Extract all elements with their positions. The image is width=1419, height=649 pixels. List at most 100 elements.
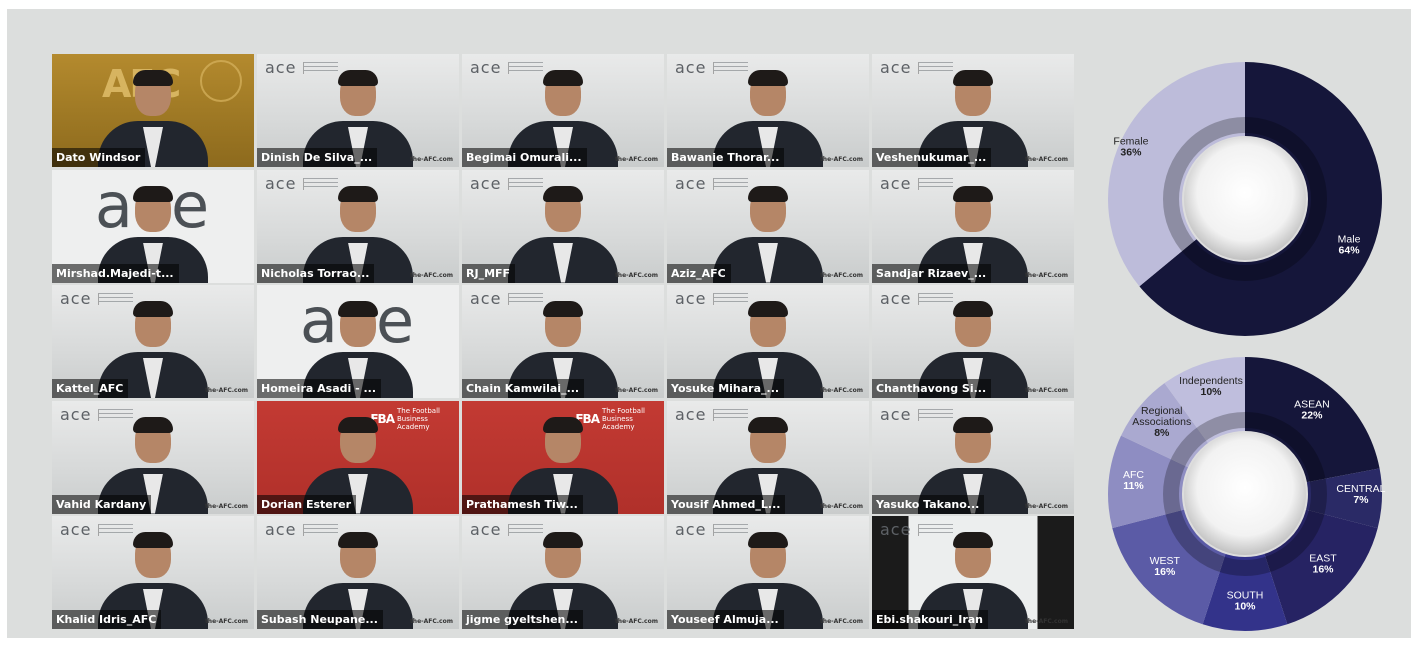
participant-video-feed (508, 185, 618, 283)
participant-name-label: Sandjar Rizaev_... (872, 263, 992, 283)
ace-logo-text: ace (265, 58, 297, 77)
participant-name-label: Nicholas Torrao... (257, 263, 375, 283)
participant-tile[interactable]: ace the-AFC.com Nicholas Torrao... (257, 169, 459, 283)
ace-logo-text: ace (880, 520, 912, 539)
participant-tile[interactable]: ace the-AFC.com Ebi.shakouri_Iran (872, 516, 1074, 629)
participant-tile[interactable]: ace the-AFC.com Youseef Almuja... (667, 516, 869, 629)
participant-name-label: Vahid Kardany (52, 494, 152, 514)
participant-video-grid: AFCDato Windsor ace the-AFC.com Dinish De S… (52, 54, 1074, 629)
ace-logo-text: ace (675, 58, 707, 77)
watermark: the-AFC.com (1024, 156, 1068, 163)
ace-logo-text: ace (470, 58, 502, 77)
watermark: the-AFC.com (819, 156, 863, 163)
watermark: the-AFC.com (819, 502, 863, 510)
donut-center (1182, 431, 1308, 557)
watermark: the-AFC.com (1024, 502, 1068, 510)
participant-name-label: Dorian Esterer (257, 494, 357, 514)
participant-name-label: Veshenukumar_... (872, 148, 992, 167)
ace-logo-text: ace (880, 173, 912, 193)
ace-logo-text: ace (675, 173, 707, 193)
participant-name-label: Yasuko Takano... (872, 494, 985, 514)
watermark: the-AFC.com (1024, 387, 1068, 394)
ace-logo-text: ace (60, 520, 92, 539)
participant-name-label: Mirshad.Majedi-t... (52, 263, 179, 283)
participant-name-label: Begimai Omurali... (462, 148, 587, 167)
participant-tile[interactable]: ace the-AFC.com Khalid Idris_AFC (52, 516, 254, 629)
participant-name-label: Youseef Almuja... (667, 610, 784, 629)
slice-label: AFC 11% (1123, 469, 1144, 492)
participant-tile[interactable]: ace the-AFC.com RJ_MFF (462, 169, 664, 283)
watermark: the-AFC.com (409, 618, 453, 625)
participant-name-label: Chanthavong Si... (872, 379, 992, 398)
participant-tile[interactable]: ace the-AFC.com Vahid Kardany (52, 400, 254, 514)
participant-name-label: Yosuke Mihara_... (667, 379, 785, 398)
participant-tile[interactable]: ace the-AFC.com Subash Neupane... (257, 516, 459, 629)
participant-tile[interactable]: ace the-AFC.com Chain Kamwilai_... (462, 285, 664, 398)
watermark: the-AFC.com (819, 271, 863, 279)
participant-tile[interactable]: FBA The Football Business Academy Prathame… (462, 400, 664, 514)
ace-logo-text: ace (470, 520, 502, 539)
participant-tile[interactable]: ace the-AFC.com Yousif Ahmed_L... (667, 400, 869, 514)
participant-tile[interactable]: ace the-AFC.com Yasuko Takano... (872, 400, 1074, 514)
participant-name-label: Khalid Idris_AFC (52, 610, 162, 629)
watermark: the-AFC.com (409, 156, 453, 163)
participant-tile[interactable]: aceHomeira Asadi - ... (257, 285, 459, 398)
ace-logo-text: ace (470, 289, 502, 308)
participant-name-label: Ebi.shakouri_Iran (872, 610, 989, 629)
watermark: the-AFC.com (614, 156, 658, 163)
participant-tile[interactable]: ace the-AFC.com Yosuke Mihara_... (667, 285, 869, 398)
watermark: the-AFC.com (614, 618, 658, 625)
ace-logo-text: ace (60, 404, 92, 424)
ace-logo-text: ace (470, 173, 502, 193)
participant-name-label: Aziz_AFC (667, 263, 731, 283)
watermark: the-AFC.com (409, 271, 453, 279)
participant-name-label: Chain Kamwilai_... (462, 379, 585, 398)
participant-tile[interactable]: ace the-AFC.com Veshenukumar_... (872, 54, 1074, 167)
watermark: the-AFC.com (204, 502, 248, 510)
participant-name-label: RJ_MFF (462, 263, 516, 283)
participant-name-label: jigme gyeltshen... (462, 610, 583, 629)
ace-logo-text: ace (60, 289, 92, 308)
region-donut-chart: ASEAN 22%CENTRAL 7%EAST 16%SOUTH 10%WEST 16%A… (1108, 357, 1386, 631)
participant-name-label: Bawanie Thorar... (667, 148, 785, 167)
watermark: the-AFC.com (819, 387, 863, 394)
participant-name-label: Dinish De Silva_... (257, 148, 378, 167)
watermark: the-AFC.com (614, 271, 658, 279)
participant-name-label: Dato Windsor (52, 148, 146, 167)
watermark: the-AFC.com (819, 618, 863, 625)
participant-tile[interactable]: ace the-AFC.com Begimai Omurali... (462, 54, 664, 167)
participant-tile[interactable]: AFCDato Windsor (52, 54, 254, 167)
slice-label: EAST 16% (1309, 553, 1337, 576)
watermark: the-AFC.com (1024, 618, 1068, 625)
donut-center (1182, 136, 1308, 262)
participant-name-label: Subash Neupane... (257, 610, 383, 629)
ace-logo-text: ace (880, 404, 912, 424)
participant-tile[interactable]: FBA The Football Business Academy Dorian E… (257, 400, 459, 514)
watermark: the-AFC.com (614, 387, 658, 394)
participant-tile[interactable]: ace the-AFC.com Dinish De Silva_... (257, 54, 459, 167)
ace-logo-text: ace (880, 58, 912, 77)
participant-tile[interactable]: ace the-AFC.com Sandjar Rizaev_... (872, 169, 1074, 283)
watermark: the-AFC.com (204, 618, 248, 625)
watermark: the-AFC.com (1024, 271, 1068, 279)
participant-name-label: Yousif Ahmed_L... (667, 494, 786, 514)
participant-tile[interactable]: ace the-AFC.com Bawanie Thorar... (667, 54, 869, 167)
ace-logo-text: ace (675, 404, 707, 424)
ace-logo-text: ace (265, 173, 297, 193)
ace-logo-text: ace (675, 289, 707, 308)
participant-tile[interactable]: aceMirshad.Majedi-t... (52, 169, 254, 283)
watermark: the-AFC.com (204, 387, 248, 394)
participant-tile[interactable]: ace the-AFC.com Kattel_AFC (52, 285, 254, 398)
participant-tile[interactable]: ace the-AFC.com Chanthavong Si... (872, 285, 1074, 398)
participant-name-label: Kattel_AFC (52, 379, 129, 398)
participant-tile[interactable]: ace the-AFC.com jigme gyeltshen... (462, 516, 664, 629)
ace-logo-text: ace (880, 289, 912, 308)
participant-name-label: Prathamesh Tiw... (462, 494, 583, 514)
ace-logo-text: ace (675, 520, 707, 539)
meeting-screenshot-canvas: AFCDato Windsor ace the-AFC.com Dinish De S… (7, 9, 1411, 638)
participant-name-label: Homeira Asadi - ... (257, 379, 382, 398)
gender-donut-chart: Male 64%Female 36% (1108, 62, 1382, 337)
slice-label: Male 64% (1338, 233, 1361, 256)
ace-logo-text: ace (265, 520, 297, 539)
participant-tile[interactable]: ace the-AFC.com Aziz_AFC (667, 169, 869, 283)
